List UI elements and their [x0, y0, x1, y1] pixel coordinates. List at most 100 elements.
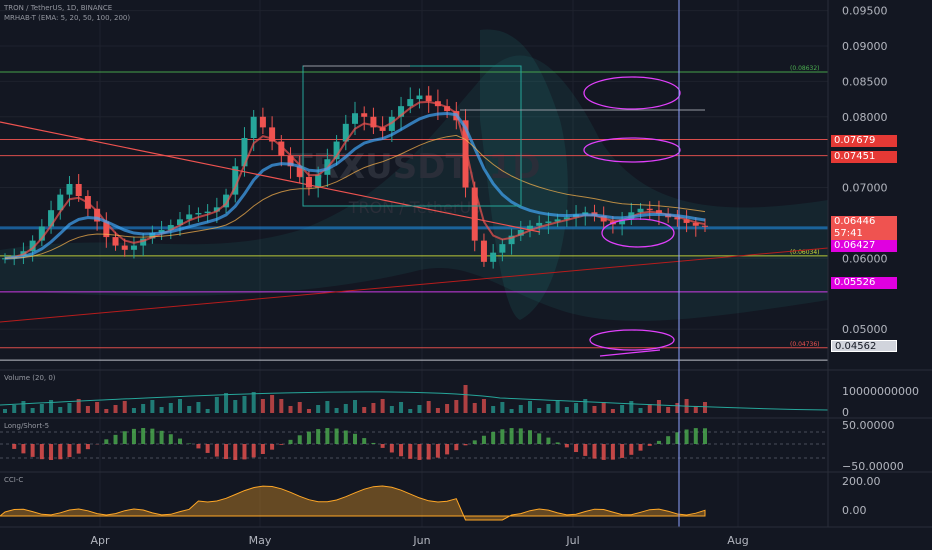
- ls-bar: [242, 444, 247, 460]
- ls-bar: [306, 431, 311, 444]
- volume-bar: [620, 405, 625, 413]
- volume-bar: [3, 409, 7, 413]
- ls-bar: [454, 444, 459, 451]
- ls-bar: [463, 444, 468, 446]
- volume-bar: [39, 404, 44, 413]
- volume-bar: [610, 409, 615, 413]
- ls-bar: [141, 428, 146, 444]
- ls-bar: [435, 444, 440, 458]
- candle-body: [352, 113, 358, 124]
- ls-bar: [12, 444, 17, 449]
- pane-tick-label: 0: [842, 406, 849, 419]
- ls-bar: [528, 430, 532, 444]
- volume-bar: [417, 405, 422, 413]
- candle-body: [75, 184, 82, 197]
- ls-bar: [297, 435, 302, 444]
- price-tag-4: 0.05526: [831, 277, 897, 289]
- volume-bar: [141, 404, 146, 413]
- candle-body: [646, 208, 653, 211]
- ls-bar: [500, 429, 505, 444]
- x-tick-label: Jun: [412, 534, 430, 547]
- trading-chart[interactable]: TRXUSDT, 1D TRON / TetherUS (0.08632)(0.…: [0, 0, 932, 550]
- volume-bar: [472, 403, 477, 413]
- volume-bar: [297, 402, 302, 413]
- candle-body: [66, 184, 73, 195]
- ls-bar: [251, 444, 256, 458]
- x-tick-label: May: [249, 534, 272, 547]
- ls-bar: [343, 430, 348, 444]
- volume-bar: [629, 401, 634, 413]
- candle-body: [130, 245, 137, 250]
- ls-bar: [703, 428, 707, 444]
- y-tick-label: 0.05000: [842, 323, 888, 336]
- ls-bar: [224, 444, 229, 460]
- ls-bar: [288, 439, 293, 444]
- volume-bar: [159, 407, 164, 413]
- ls-bar: [104, 439, 109, 444]
- ls-bar: [362, 438, 367, 444]
- candle-body: [416, 95, 423, 100]
- ls-bar: [546, 437, 551, 444]
- volume-bar: [454, 400, 459, 413]
- volume-bar: [251, 392, 256, 413]
- ls-bar: [150, 428, 155, 444]
- candle-body: [250, 116, 257, 138]
- ls-bar: [233, 444, 238, 460]
- pane-title: CCI-C: [4, 476, 23, 484]
- volume-bar: [30, 408, 35, 413]
- x-tick-label: Aug: [727, 534, 748, 547]
- ls-bar: [592, 444, 597, 459]
- ls-bar: [371, 442, 376, 444]
- ls-bar: [58, 444, 63, 460]
- volume-bar: [389, 406, 394, 413]
- y-tick-label: 0.08000: [842, 111, 888, 124]
- ls-bar: [491, 431, 496, 444]
- ls-bar: [187, 443, 192, 444]
- candle-body: [536, 222, 543, 226]
- price-tag-5: 0.04562: [831, 340, 897, 352]
- volume-bar: [306, 409, 311, 413]
- volume-bar: [481, 399, 486, 413]
- ls-bar: [509, 428, 514, 444]
- ls-bar: [279, 444, 284, 445]
- volume-bar: [224, 393, 229, 413]
- volume-bar: [242, 396, 247, 413]
- volume-bar: [564, 407, 569, 413]
- ls-bar: [647, 444, 652, 446]
- ls-bar: [270, 444, 275, 450]
- ls-bar: [408, 444, 413, 459]
- volume-bar: [537, 408, 542, 413]
- volume-bar: [343, 404, 348, 413]
- volume-bar: [555, 400, 560, 413]
- candle-body: [407, 99, 414, 107]
- candle-body: [545, 221, 552, 223]
- ls-bar: [610, 444, 615, 460]
- price-tag-3: 0.06427: [831, 240, 897, 252]
- volume-bar: [168, 403, 173, 413]
- volume-bar: [95, 402, 100, 413]
- y-tick-label: 0.09500: [842, 5, 888, 18]
- volume-bar: [178, 399, 182, 413]
- candle-body: [315, 174, 322, 188]
- volume-bar: [21, 401, 26, 413]
- ls-bar: [583, 444, 588, 456]
- level-label: (0.08632): [790, 65, 820, 72]
- pane-tick-label: 10000000000: [842, 385, 919, 398]
- candle-body: [480, 240, 487, 262]
- ls-bar: [168, 434, 173, 444]
- ls-bar: [574, 444, 579, 453]
- volume-bar: [196, 402, 201, 413]
- volume-bar: [445, 404, 450, 413]
- y-tick-label: 0.08500: [842, 75, 888, 88]
- volume-bar: [399, 402, 404, 413]
- price-tag-1: 0.07679: [831, 135, 897, 147]
- ls-bar: [693, 428, 698, 444]
- symbol-title: TRON / TetherUS, 1D, BINANCE: [4, 4, 113, 12]
- volume-bar: [656, 400, 661, 413]
- pane-tick-label: −50.00000: [842, 460, 904, 473]
- candle-body: [259, 116, 266, 128]
- volume-bar: [463, 385, 468, 413]
- volume-bar: [500, 402, 505, 413]
- volume-bar: [12, 405, 17, 413]
- ls-bar: [39, 444, 44, 460]
